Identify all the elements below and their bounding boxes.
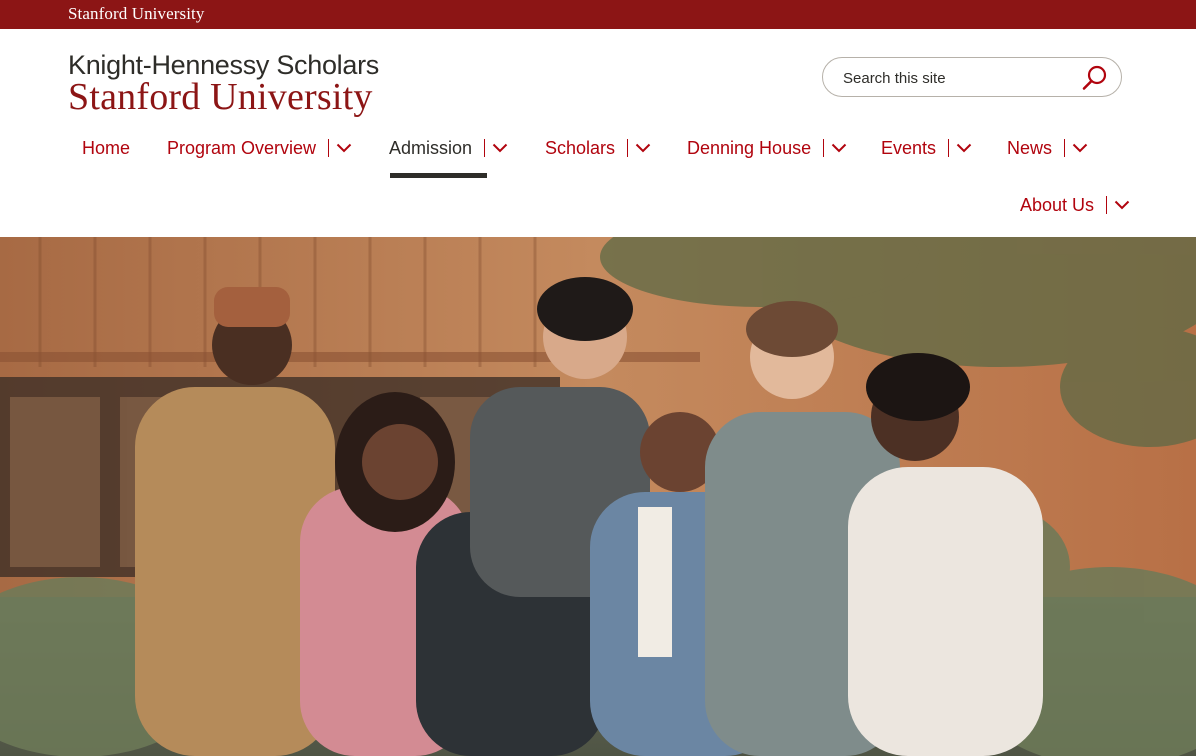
hero-group-photo bbox=[0, 237, 1196, 756]
nav-link-about-us[interactable]: About Us bbox=[1020, 195, 1094, 216]
chevron-down-icon bbox=[635, 143, 651, 153]
nav-link-denning-house[interactable]: Denning House bbox=[687, 138, 811, 159]
stanford-university-link[interactable]: Stanford University bbox=[68, 4, 204, 24]
nav-link-news[interactable]: News bbox=[1007, 138, 1052, 159]
nav-link-home[interactable]: Home bbox=[82, 138, 130, 159]
nav-divider bbox=[484, 139, 486, 157]
nav-divider bbox=[823, 139, 825, 157]
nav-item-admission: Admission bbox=[389, 133, 511, 163]
chevron-down-icon bbox=[1114, 200, 1130, 210]
nav-link-program-overview[interactable]: Program Overview bbox=[167, 138, 316, 159]
nav-item-denning-house: Denning House bbox=[687, 133, 850, 163]
nav-item-program-overview: Program Overview bbox=[167, 133, 355, 163]
nav-link-scholars[interactable]: Scholars bbox=[545, 138, 615, 159]
nav-item-scholars: Scholars bbox=[545, 133, 654, 163]
chevron-down-icon bbox=[336, 143, 352, 153]
about-us-dropdown-toggle[interactable] bbox=[1111, 194, 1133, 216]
nav-divider bbox=[328, 139, 330, 157]
nav-item-news: News bbox=[1007, 133, 1091, 163]
nav-divider bbox=[1106, 196, 1108, 214]
news-dropdown-toggle[interactable] bbox=[1069, 137, 1091, 159]
chevron-down-icon bbox=[956, 143, 972, 153]
chevron-down-icon bbox=[492, 143, 508, 153]
hero-banner bbox=[0, 237, 1196, 756]
stanford-brand-bar: Stanford University bbox=[0, 0, 1196, 29]
nav-item-about-us: About Us bbox=[1020, 190, 1133, 220]
nav-divider bbox=[948, 139, 950, 157]
active-nav-indicator bbox=[390, 173, 487, 178]
chevron-down-icon bbox=[831, 143, 847, 153]
admission-dropdown-toggle[interactable] bbox=[489, 137, 511, 159]
scholars-dropdown-toggle[interactable] bbox=[632, 137, 654, 159]
nav-link-admission[interactable]: Admission bbox=[389, 138, 472, 159]
denning-house-dropdown-toggle[interactable] bbox=[828, 137, 850, 159]
nav-item-home: Home bbox=[82, 133, 130, 163]
events-dropdown-toggle[interactable] bbox=[953, 137, 975, 159]
main-navigation: Home Program Overview Admission Scholars bbox=[0, 29, 1196, 237]
program-overview-dropdown-toggle[interactable] bbox=[333, 137, 355, 159]
site-header: Knight-Hennessy Scholars Stanford Univer… bbox=[0, 29, 1196, 237]
nav-divider bbox=[627, 139, 629, 157]
nav-link-events[interactable]: Events bbox=[881, 138, 936, 159]
chevron-down-icon bbox=[1072, 143, 1088, 153]
nav-divider bbox=[1064, 139, 1066, 157]
nav-item-events: Events bbox=[881, 133, 975, 163]
